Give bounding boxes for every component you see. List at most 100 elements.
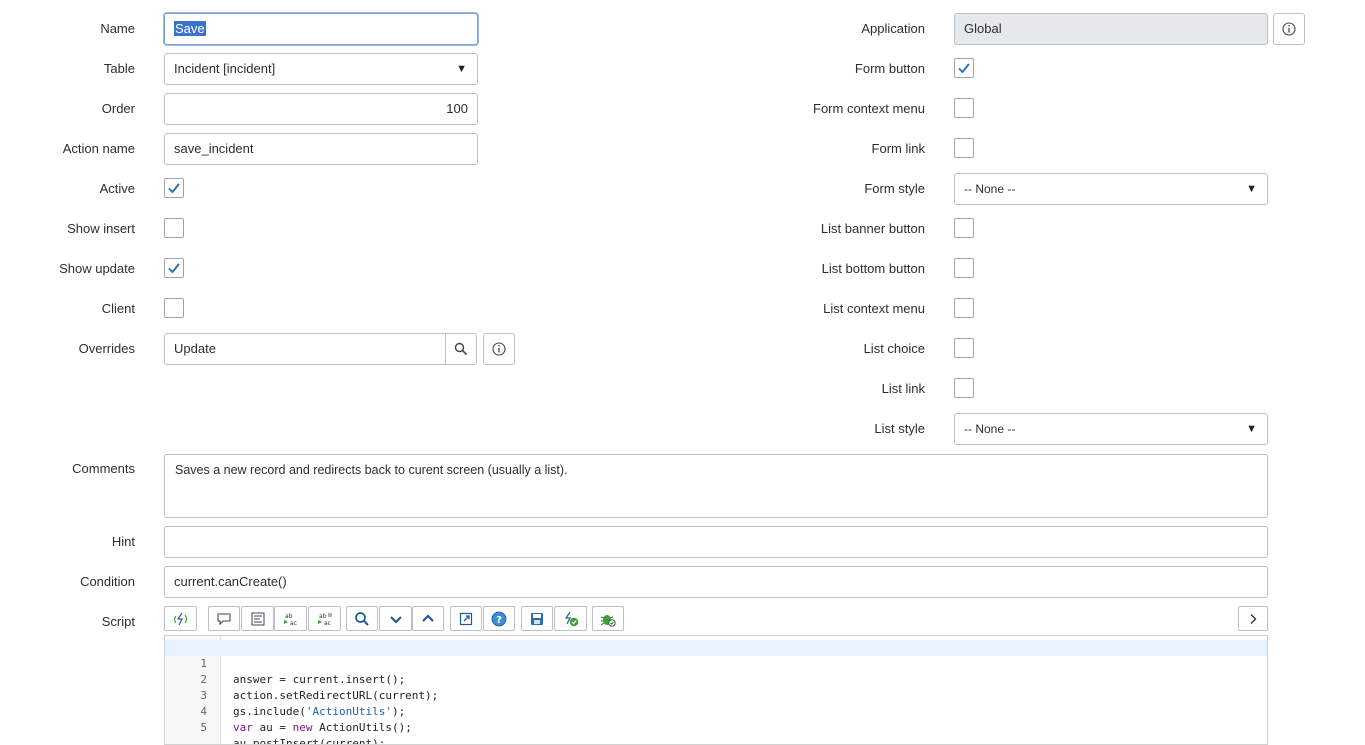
comments-textarea[interactable]: Saves a new record and redirects back to…	[164, 454, 1268, 518]
comment-icon	[217, 612, 231, 625]
order-input[interactable]: 100	[164, 93, 478, 125]
chevron-down-icon: ▼	[456, 63, 467, 75]
comment-button[interactable]	[208, 606, 240, 631]
chevron-right-icon	[1250, 613, 1257, 624]
form-style-label: Form style	[864, 181, 925, 196]
client-label: Client	[101, 301, 135, 316]
name-input-value: Save	[174, 21, 206, 36]
replace-icon: abac	[283, 613, 297, 627]
form-link-checkbox[interactable]	[954, 138, 974, 158]
search-icon	[355, 611, 369, 626]
order-label: Order	[101, 101, 135, 116]
fullscreen-button[interactable]	[450, 606, 482, 631]
toggle-syntax-icon	[173, 612, 187, 625]
save-icon	[531, 612, 543, 625]
collapse-down-icon	[389, 615, 402, 624]
collapse-down-button[interactable]	[379, 606, 412, 631]
expand-editor-button[interactable]	[1238, 606, 1268, 631]
chevron-down-icon: ▼	[1246, 423, 1257, 435]
format-button[interactable]	[241, 606, 274, 631]
overrides-info-button[interactable]	[483, 333, 515, 365]
svg-text:ab: ab	[319, 613, 327, 620]
client-checkbox[interactable]	[164, 298, 184, 318]
list-bottom-button-label: List bottom button	[821, 261, 925, 276]
overrides-lookup-button[interactable]	[445, 333, 477, 365]
list-context-menu-label: List context menu	[823, 301, 925, 316]
list-bottom-button-checkbox[interactable]	[954, 258, 974, 278]
debug-icon	[600, 614, 616, 627]
comments-label: Comments	[72, 461, 135, 476]
active-checkbox[interactable]	[164, 178, 184, 198]
save-button[interactable]	[521, 606, 553, 631]
hint-input[interactable]	[164, 526, 1268, 558]
code-line: 2 action.setRedirectURL(current);	[165, 656, 1267, 702]
condition-label: Condition	[80, 574, 135, 589]
checkmark-icon	[168, 183, 180, 194]
action-name-label: Action name	[62, 141, 135, 156]
toggle-syntax-button[interactable]	[164, 606, 197, 631]
form-context-menu-checkbox[interactable]	[954, 98, 974, 118]
action-name-input[interactable]: save_incident	[164, 133, 478, 165]
list-context-menu-checkbox[interactable]	[954, 298, 974, 318]
svg-text:?: ?	[496, 615, 502, 626]
form-context-menu-label: Form context menu	[813, 101, 925, 116]
show-update-label: Show update	[59, 261, 135, 276]
form-style-select-value: -- None --	[964, 182, 1016, 196]
show-insert-label: Show insert	[67, 221, 135, 236]
collapse-up-icon	[422, 613, 434, 622]
search-button[interactable]	[346, 606, 378, 631]
overrides-label: Overrides	[78, 341, 135, 356]
application-label: Application	[861, 21, 925, 36]
help-icon: ?	[491, 611, 507, 626]
code-keyword: var	[233, 721, 253, 734]
table-select-value: Incident [incident]	[174, 61, 276, 76]
list-link-checkbox[interactable]	[954, 378, 974, 398]
line-number: 5	[200, 721, 207, 734]
info-icon	[492, 342, 506, 356]
check-syntax-icon	[564, 611, 578, 626]
search-icon	[454, 342, 468, 356]
show-insert-checkbox[interactable]	[164, 218, 184, 238]
name-input[interactable]: Save	[164, 13, 478, 45]
replace-all-button[interactable]: ab ac	[308, 606, 341, 631]
form-button-label: Form button	[854, 61, 925, 76]
list-style-select[interactable]: -- None -- ▼	[954, 413, 1268, 445]
svg-text:ac: ac	[290, 620, 297, 627]
table-select[interactable]: Incident [incident] ▼	[164, 53, 478, 85]
code-text: var au = new ActionUtils();	[233, 720, 412, 736]
debug-button[interactable]	[592, 606, 624, 631]
form-link-label: Form link	[871, 141, 925, 156]
code-line: 5 au.postInsert(current);	[165, 704, 1267, 744]
replace-button[interactable]: ab ac	[274, 606, 307, 631]
code-line: 1 answer = current.insert();	[165, 640, 1267, 686]
form-style-select[interactable]: -- None -- ▼	[954, 173, 1268, 205]
overrides-input[interactable]: Update	[164, 333, 446, 365]
code-token: au =	[252, 721, 293, 734]
help-button[interactable]: ?	[483, 606, 515, 631]
application-info-button[interactable]	[1273, 13, 1305, 45]
list-banner-button-checkbox[interactable]	[954, 218, 974, 238]
list-choice-checkbox[interactable]	[954, 338, 974, 358]
code-line: 4 var au = new ActionUtils();	[165, 688, 1267, 734]
code-text: au.postInsert(current);	[233, 737, 386, 745]
format-icon	[251, 612, 264, 625]
code-keyword: new	[292, 721, 313, 734]
list-choice-label: List choice	[863, 341, 925, 356]
condition-input[interactable]: current.canCreate()	[164, 566, 1268, 598]
hint-label: Hint	[111, 534, 135, 549]
check-syntax-button[interactable]	[554, 606, 587, 631]
list-style-label: List style	[874, 421, 925, 436]
svg-text:ac: ac	[324, 620, 331, 627]
replace-all-icon: abac	[317, 613, 332, 627]
checkmark-icon	[168, 263, 180, 274]
collapse-up-button[interactable]	[412, 606, 444, 631]
svg-text:ab: ab	[285, 613, 293, 620]
show-update-checkbox[interactable]	[164, 258, 184, 278]
code-token: ActionUtils();	[312, 721, 412, 734]
list-banner-button-label: List banner button	[820, 221, 925, 236]
form-button-checkbox[interactable]	[954, 58, 974, 78]
script-editor[interactable]: 1 answer = current.insert(); 2 action.se…	[164, 635, 1268, 745]
active-label: Active	[99, 181, 135, 196]
list-style-select-value: -- None --	[964, 422, 1016, 436]
fullscreen-icon	[459, 612, 473, 625]
